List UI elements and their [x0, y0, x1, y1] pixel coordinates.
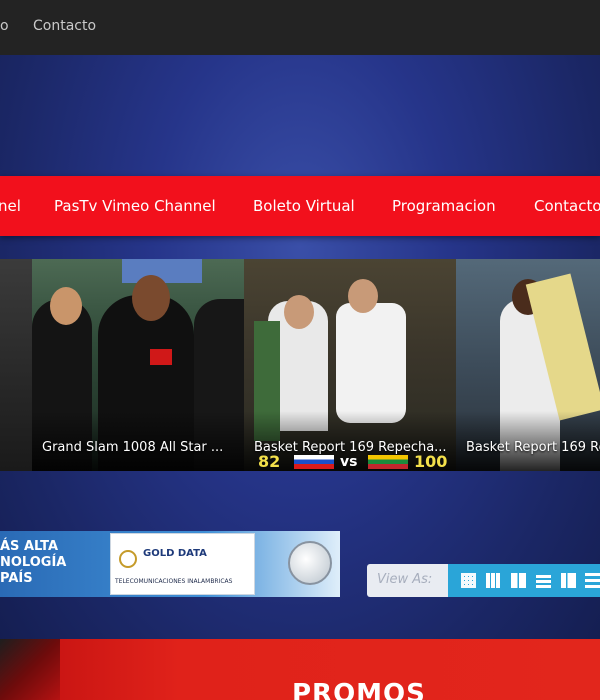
logo-tagline: TELECOMUNICACIONES INALAMBRICAS: [115, 578, 233, 585]
nav-item-channel-partial[interactable]: nel: [0, 197, 21, 215]
flag-right-icon: [368, 455, 408, 469]
flag-left-icon: [294, 455, 334, 469]
top-navbar: o Contacto: [0, 0, 600, 55]
slide-caption: Grand Slam 1008 All Star ...: [42, 440, 224, 455]
reporter-center-head: [132, 275, 170, 321]
view-as-toolbar: View As:: [367, 564, 600, 597]
promos-section: PROMOS: [0, 639, 600, 700]
nav-item-programacion[interactable]: Programacion: [392, 197, 496, 215]
gold-data-logo: GOLD DATA TELECOMUNICACIONES INALAMBRICA…: [110, 533, 255, 595]
nav-item-boleto-virtual[interactable]: Boleto Virtual: [253, 197, 355, 215]
score-vs: vs: [340, 454, 358, 470]
satellite-dish-icon: [288, 541, 332, 585]
view-as-label: View As:: [377, 572, 433, 587]
list-icon[interactable]: [585, 573, 600, 588]
video-slide-basket-report-2[interactable]: Basket Report 169 Re: [456, 259, 600, 471]
list-grid-icon[interactable]: [561, 573, 576, 588]
video-carousel: Grand Slam 1008 All Star ... Basket Repo…: [0, 259, 600, 471]
towel: [336, 303, 406, 423]
video-slide-grand-slam[interactable]: Grand Slam 1008 All Star ...: [32, 259, 244, 471]
video-slide-partial-left[interactable]: [0, 259, 32, 471]
nav-item-vimeo-channel[interactable]: PasTv Vimeo Channel: [54, 197, 216, 215]
score-right: 100: [414, 452, 448, 471]
promos-graphic: [0, 639, 60, 700]
main-navbar: nel PasTv Vimeo Channel Boleto Virtual P…: [0, 176, 600, 236]
logo-name: GOLD DATA: [143, 548, 207, 559]
list-thumb-icon[interactable]: [536, 573, 551, 588]
logo-circle-icon: [119, 550, 137, 568]
grid-medium-icon[interactable]: [486, 573, 501, 588]
banner-slogan-line-1: ÁS ALTA: [0, 539, 59, 554]
top-nav-item-contacto[interactable]: Contacto: [33, 18, 96, 34]
grid-large-icon[interactable]: [511, 573, 526, 588]
reporter-left-head: [50, 287, 82, 325]
nav-item-contacto[interactable]: Contacto: [534, 197, 600, 215]
promos-title: PROMOS: [292, 679, 426, 700]
banner-slogan-line-2: NOLOGÍA: [0, 555, 67, 570]
score-left: 82: [258, 452, 281, 471]
top-nav-item-partial[interactable]: o: [0, 18, 9, 34]
video-slide-basket-report[interactable]: Basket Report 169 Repecha... 82 vs 100: [244, 259, 456, 471]
banner-slogan-line-3: PAÍS: [0, 571, 33, 586]
player-head: [284, 295, 314, 329]
slide-caption: Basket Report 169 Re: [466, 440, 600, 455]
view-mode-buttons: [448, 564, 600, 597]
microphone-flag: [150, 349, 172, 365]
grid-small-icon[interactable]: [461, 573, 476, 588]
ad-banner-gold-data[interactable]: ÁS ALTA NOLOGÍA PAÍS GOLD DATA TELECOMUN…: [0, 531, 340, 597]
player-head-2: [348, 279, 378, 313]
hero-background: [0, 55, 600, 175]
